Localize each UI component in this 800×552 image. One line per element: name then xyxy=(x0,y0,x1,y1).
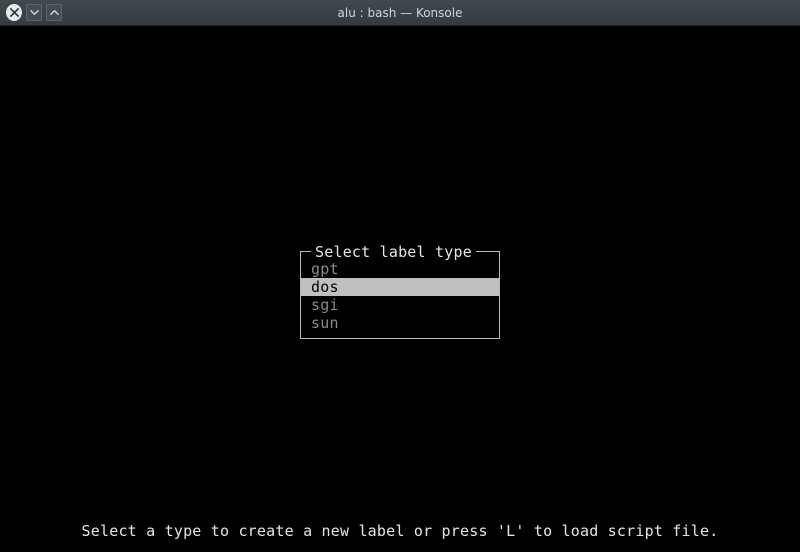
close-button[interactable] xyxy=(6,5,22,21)
close-icon xyxy=(6,4,22,21)
minimize-button[interactable] xyxy=(26,5,42,21)
dialog-options: gpt dos sgi sun xyxy=(301,252,499,338)
option-sgi[interactable]: sgi xyxy=(301,296,499,314)
label-type-dialog: Select label type gpt dos sgi sun xyxy=(300,251,500,339)
dialog-title: Select label type xyxy=(311,243,476,261)
chevron-up-icon xyxy=(46,4,62,21)
window-controls xyxy=(0,5,62,21)
terminal-viewport[interactable]: Select label type gpt dos sgi sun Select… xyxy=(0,26,800,552)
option-dos[interactable]: dos xyxy=(301,278,499,296)
maximize-button[interactable] xyxy=(46,5,62,21)
option-gpt[interactable]: gpt xyxy=(301,260,499,278)
option-sun[interactable]: sun xyxy=(301,314,499,332)
footer-hint: Select a type to create a new label or p… xyxy=(0,522,800,540)
window-titlebar: alu : bash — Konsole xyxy=(0,0,800,26)
window-title: alu : bash — Konsole xyxy=(0,6,800,20)
chevron-down-icon xyxy=(26,4,42,21)
